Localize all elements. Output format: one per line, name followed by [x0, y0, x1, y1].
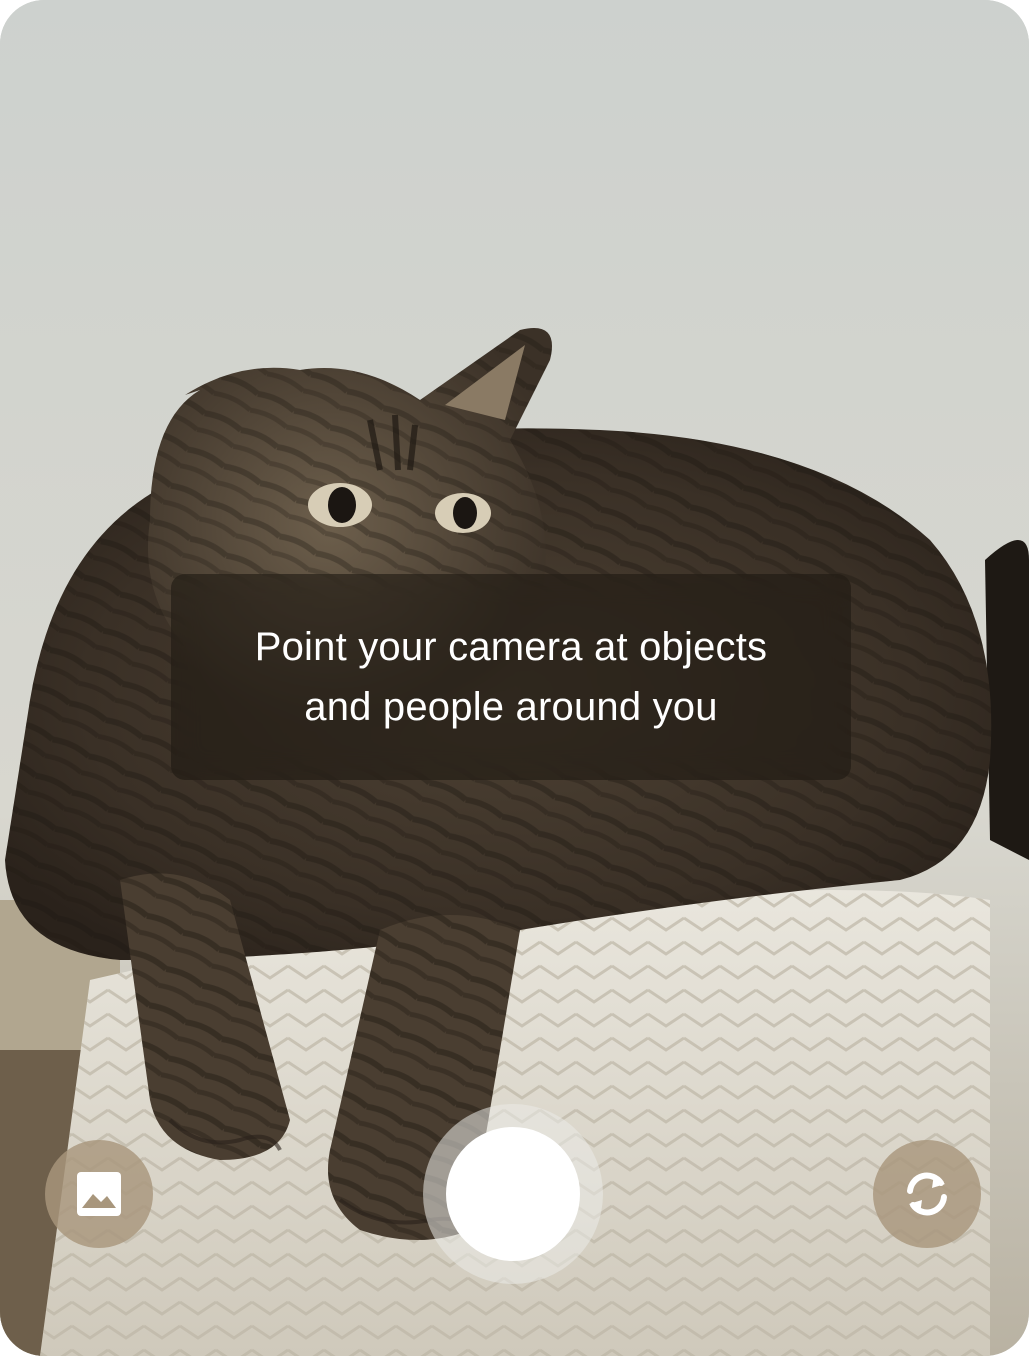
hint-text-line-2: and people around you: [304, 685, 718, 729]
shutter-button[interactable]: [423, 1104, 603, 1284]
flip-camera-button[interactable]: [873, 1140, 981, 1248]
camera-hint-overlay: Point your camera at objects and people …: [171, 574, 851, 780]
image-gallery-icon: [77, 1172, 121, 1216]
hint-text-line-1: Point your camera at objects: [254, 625, 768, 669]
camera-flip-icon: [907, 1172, 947, 1216]
shutter-button-core: [446, 1127, 580, 1261]
gallery-button[interactable]: [45, 1140, 153, 1248]
camera-screen: Point your camera at objects and people …: [0, 0, 1029, 1356]
